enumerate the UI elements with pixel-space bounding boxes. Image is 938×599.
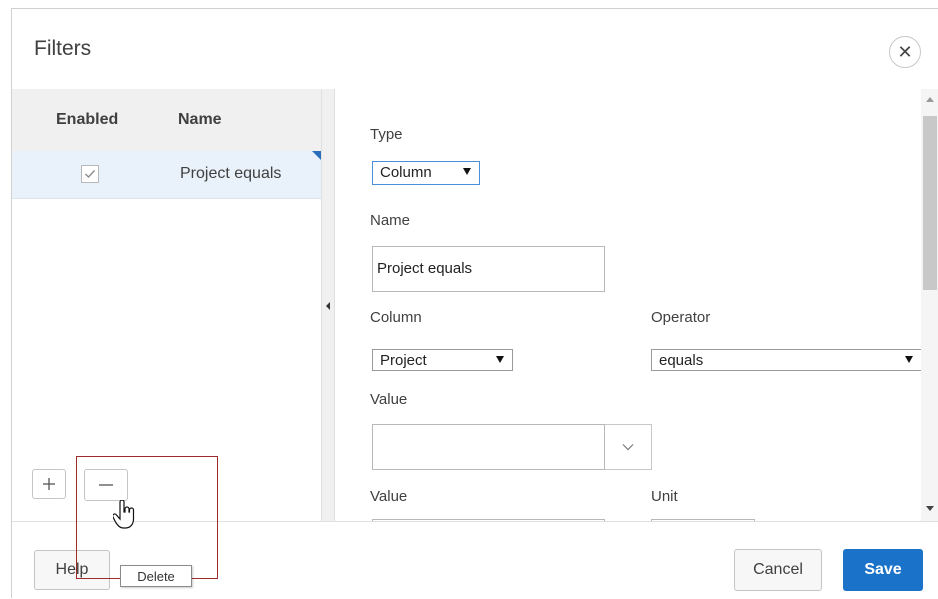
hand-cursor-icon: [112, 499, 137, 535]
filter-row[interactable]: Project equals: [12, 151, 321, 199]
highlight-annotation: [76, 456, 218, 579]
chevron-down-icon: [622, 444, 634, 451]
name-label: Name: [370, 212, 411, 229]
dialog-header: Filters ✕: [12, 9, 938, 89]
operator-label: Operator: [651, 309, 711, 326]
filter-row-name: Project equals: [180, 165, 282, 182]
operator-select[interactable]: equals: [651, 349, 921, 371]
plus-icon: [43, 478, 55, 490]
cancel-button[interactable]: Cancel: [734, 549, 822, 591]
column-label: Column: [370, 309, 422, 326]
column-header-enabled: Enabled: [56, 111, 119, 128]
value-label: Value: [370, 391, 408, 408]
dialog-title: Filters: [34, 37, 92, 60]
close-icon: ✕: [897, 42, 913, 62]
detail-scrollbar[interactable]: [921, 89, 938, 521]
column-header-name: Name: [178, 111, 222, 128]
value2-label: Value: [370, 488, 408, 505]
scrollbar-thumb[interactable]: [923, 116, 937, 290]
chevron-down-icon: [905, 356, 913, 363]
name-field[interactable]: Project equals: [372, 246, 605, 292]
chevron-down-icon: [463, 168, 471, 175]
collapse-left-icon[interactable]: [326, 302, 330, 310]
save-button[interactable]: Save: [843, 549, 923, 591]
type-select[interactable]: Column: [372, 161, 480, 185]
chevron-down-icon: [496, 356, 504, 363]
selected-marker: [312, 151, 321, 160]
unit-label: Unit: [651, 488, 678, 505]
filter-detail-pane: Type Column Name Project equals Column O…: [335, 89, 921, 521]
close-button[interactable]: ✕: [889, 36, 921, 68]
column-select[interactable]: Project: [372, 349, 513, 371]
add-filter-button[interactable]: [32, 469, 66, 499]
scroll-up-icon[interactable]: [926, 97, 934, 102]
filter-list-header: Enabled Name: [12, 89, 321, 151]
value-dropdown-button[interactable]: [605, 424, 652, 470]
delete-tooltip: Delete: [120, 565, 192, 587]
scroll-down-icon[interactable]: [926, 506, 934, 511]
enabled-checkbox[interactable]: [81, 165, 99, 183]
page-edge: [0, 0, 11, 598]
type-label: Type: [370, 126, 403, 143]
pane-splitter[interactable]: [321, 89, 335, 521]
check-icon: [85, 170, 95, 178]
value-input[interactable]: [372, 424, 605, 470]
